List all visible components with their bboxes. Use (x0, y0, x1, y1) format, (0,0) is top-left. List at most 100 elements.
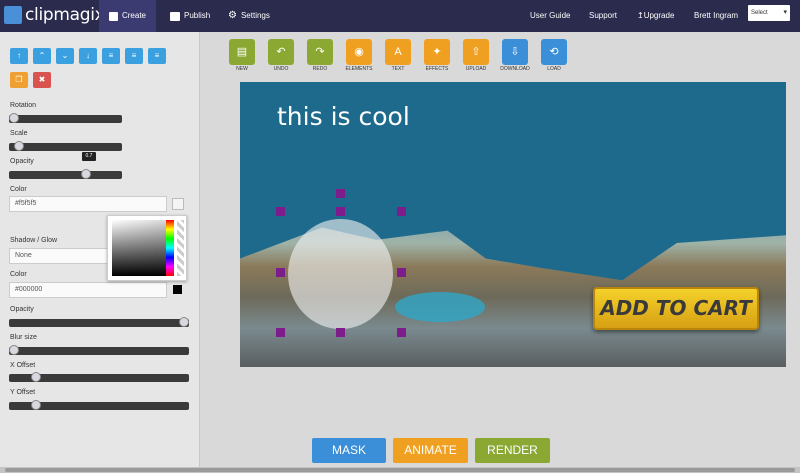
add-to-cart-element[interactable]: ADD TO CART (593, 287, 759, 330)
publish-icon (170, 11, 180, 21)
toolbar-text-button[interactable]: A TEXT (382, 39, 414, 72)
rotate-handle[interactable] (336, 189, 345, 198)
upload-icon: ⇧ (463, 39, 489, 65)
shadow-select[interactable]: None (9, 248, 109, 264)
opacity-label: Opacity (10, 158, 34, 165)
y-offset-slider-knob[interactable] (31, 400, 42, 410)
scale-slider-knob[interactable] (14, 141, 25, 151)
align-left-icon: ≡ (108, 51, 114, 60)
upgrade-label: Upgrade (643, 11, 675, 20)
horizontal-scrollbar[interactable] (0, 467, 800, 473)
shadow-color-swatch[interactable] (173, 285, 182, 294)
brand[interactable]: clipmagix (4, 5, 105, 25)
arrow-down-button[interactable]: ↓ (79, 48, 97, 64)
shadow-color-input[interactable]: #000000 (9, 282, 167, 298)
align-left-button[interactable]: ≡ (102, 48, 120, 64)
canvas-text-element[interactable]: this is cool (277, 102, 410, 131)
saturation-picker[interactable] (112, 220, 169, 276)
support-link[interactable]: Support (589, 0, 617, 32)
nav-settings[interactable]: ⚙ Settings (218, 0, 280, 32)
color-label: Color (10, 186, 27, 193)
download-icon: ⇩ (502, 39, 528, 65)
shadow-opacity-slider[interactable] (9, 317, 189, 327)
toolbar-label: NEW (236, 66, 248, 72)
toolbar-label: LOAD (547, 66, 561, 72)
arrow-up-button[interactable]: ↑ (10, 48, 28, 64)
shadow-opacity-slider-knob[interactable] (179, 317, 189, 327)
rotation-slider-knob[interactable] (9, 113, 19, 123)
opacity-slider-knob[interactable] (81, 169, 92, 179)
mask-button[interactable]: MASK (312, 438, 386, 463)
blur-size-slider-knob[interactable] (9, 345, 19, 355)
resize-handle-s[interactable] (336, 328, 345, 337)
chevron-down-button[interactable]: ⌄ (56, 48, 74, 64)
toolbar-upload-button[interactable]: ⇧ UPLOAD (460, 39, 492, 72)
scale-slider[interactable] (9, 141, 122, 151)
resize-handle-n[interactable] (336, 207, 345, 216)
color-input[interactable]: #f5f5f5 (9, 196, 167, 212)
nav-create-label: Create (121, 11, 146, 20)
nav-settings-label: Settings (240, 11, 270, 20)
resize-handle-sw[interactable] (276, 328, 285, 337)
color-swatch[interactable] (172, 198, 184, 210)
toolbar-label: EFFECTS (425, 66, 449, 72)
blur-size-label: Blur size (10, 334, 37, 341)
clipmagix-logo-icon (4, 6, 22, 24)
nav-select-dropdown[interactable]: Select (748, 5, 790, 21)
align-center-button[interactable]: ≡ (125, 48, 143, 64)
toolbar-label: UNDO (273, 66, 289, 72)
toolbar-load-button[interactable]: ⟲ LOAD (538, 39, 570, 72)
brand-name: clipmagix (25, 5, 105, 25)
delete-button[interactable]: ✖ (33, 72, 51, 88)
render-button[interactable]: RENDER (475, 438, 550, 463)
resize-handle-w[interactable] (276, 268, 285, 277)
nav-publish[interactable]: Publish (160, 0, 220, 32)
load-icon: ⟲ (541, 39, 567, 65)
gear-icon: ⚙ (228, 10, 237, 21)
text-icon: A (385, 39, 411, 65)
x-offset-slider[interactable] (9, 372, 189, 382)
copy-button[interactable]: ❐ (10, 72, 28, 88)
opacity-slider[interactable] (9, 169, 122, 179)
scale-label: Scale (10, 130, 28, 137)
toolbar-label: DOWNLOAD (500, 66, 530, 72)
chevron-up-icon: ⌃ (38, 51, 46, 60)
chevron-up-button[interactable]: ⌃ (33, 48, 51, 64)
color-picker-popover (107, 215, 187, 281)
rotation-slider[interactable] (9, 113, 122, 123)
x-offset-slider-knob[interactable] (31, 372, 42, 382)
hue-slider[interactable] (166, 220, 174, 276)
toolbar-elements-button[interactable]: ◉ ELEMENTS (343, 39, 375, 72)
blur-size-slider[interactable] (9, 345, 189, 355)
nav-create[interactable]: Create (99, 0, 156, 32)
chevron-down-icon: ⌄ (61, 51, 69, 60)
shadow-opacity-label: Opacity (10, 306, 34, 313)
toolbar-effects-button[interactable]: ✦ EFFECTS (421, 39, 453, 72)
toolbar-undo-button[interactable]: ↶ UNDO (265, 39, 297, 72)
eye-icon: ◉ (346, 39, 372, 65)
circle-shape-element[interactable] (288, 219, 393, 329)
resize-handle-nw[interactable] (276, 207, 285, 216)
resize-handle-se[interactable] (397, 328, 406, 337)
video-camera-icon (109, 11, 118, 21)
resize-handle-ne[interactable] (397, 207, 406, 216)
toolbar-redo-button[interactable]: ↷ REDO (304, 39, 336, 72)
undo-icon: ↶ (268, 39, 294, 65)
resize-handle-e[interactable] (397, 268, 406, 277)
copy-icon: ❐ (15, 75, 23, 84)
toolbar-label: REDO (312, 66, 328, 72)
upgrade-link[interactable]: ↥Upgrade (637, 0, 674, 32)
toolbar-download-button[interactable]: ⇩ DOWNLOAD (499, 39, 531, 72)
new-file-icon: ▤ (229, 39, 255, 65)
y-offset-slider[interactable] (9, 400, 189, 410)
toolbar-new-button[interactable]: ▤ NEW (226, 39, 258, 72)
user-guide-link[interactable]: User Guide (530, 0, 570, 32)
user-name[interactable]: Brett Ingram (694, 0, 738, 32)
scrollbar-thumb[interactable] (5, 468, 795, 472)
align-right-button[interactable]: ≡ (148, 48, 166, 64)
animate-button[interactable]: ANIMATE (393, 438, 468, 463)
nav-publish-label: Publish (184, 11, 211, 20)
alpha-slider[interactable] (177, 220, 184, 276)
editor-canvas[interactable]: this is cool ADD TO CART (240, 82, 786, 367)
top-navbar: clipmagix Create Publish ⚙ Settings User… (0, 0, 800, 32)
